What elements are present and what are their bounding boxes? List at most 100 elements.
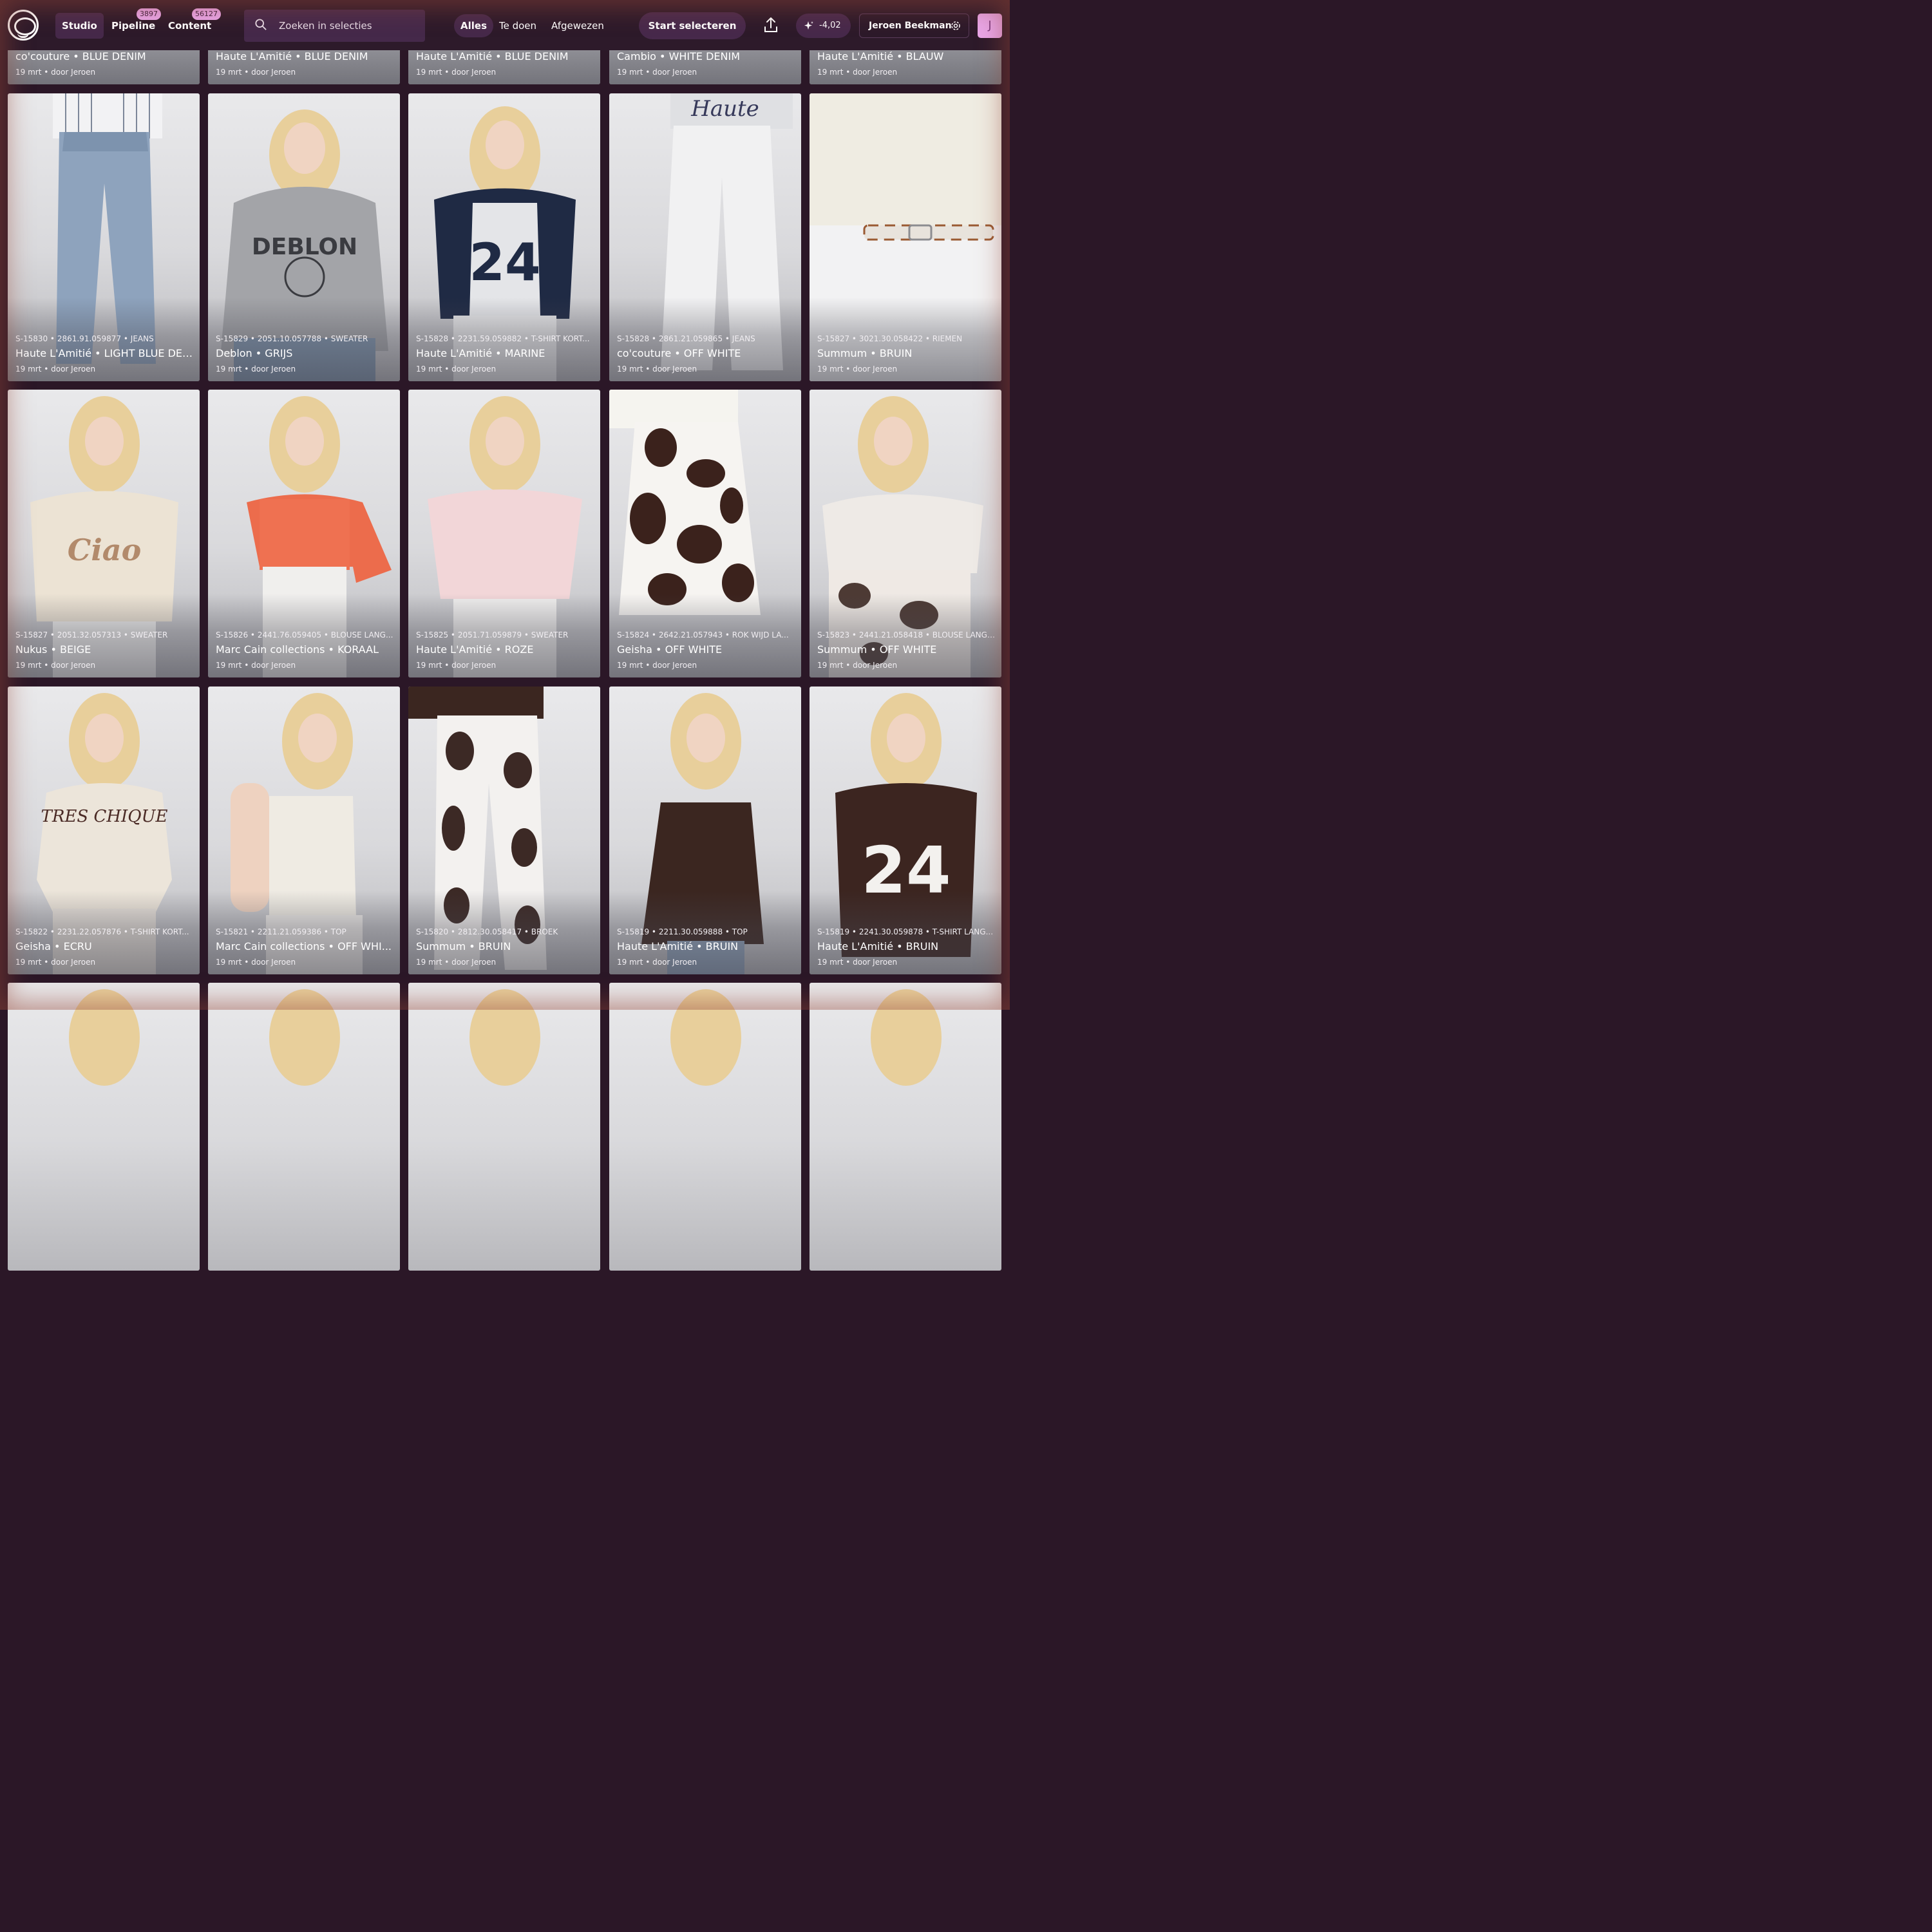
card-subtitle: 19 mrt • door Jeroen: [817, 365, 898, 374]
card-subtitle: 19 mrt • door Jeroen: [216, 661, 296, 670]
search-icon: [255, 19, 267, 30]
card-subtitle: 19 mrt • door Jeroen: [416, 68, 497, 77]
upload-icon: [764, 17, 777, 32]
card-title: Geisha • ECRU: [15, 940, 92, 952]
card-meta: S-15821 • 2211.21.059386 • TOP: [216, 927, 346, 936]
filter-all[interactable]: Alles: [454, 14, 493, 37]
card-title: Cambio • WHITE DENIM: [617, 50, 741, 62]
card-subtitle: 19 mrt • door Jeroen: [617, 365, 697, 374]
card-title: Haute L'Amitié • MARINE: [416, 347, 545, 359]
product-card[interactable]: [609, 983, 801, 1271]
user-name: Jeroen Beekman: [869, 21, 952, 31]
product-card[interactable]: [8, 983, 200, 1271]
top-bar: Studio Pipeline 3897 Content 56127 Alles…: [0, 0, 1010, 50]
card-subtitle: 19 mrt • door Jeroen: [15, 661, 96, 670]
credits-value: -4,02: [819, 21, 841, 30]
tab-label: Studio: [62, 20, 97, 32]
card-subtitle: 19 mrt • door Jeroen: [416, 958, 497, 967]
filter-rejected[interactable]: Afgewezen: [545, 14, 611, 37]
search-box: [244, 10, 425, 42]
card-title: Haute L'Amitié • LIGHT BLUE DEN...: [15, 347, 193, 359]
app-logo[interactable]: [8, 10, 39, 41]
count-badge: 3897: [137, 8, 161, 20]
card-subtitle: 19 mrt • door Jeroen: [617, 958, 697, 967]
selection-grid: co'couture • BLUE DENIM 19 mrt • door Je…: [0, 0, 1010, 1271]
tab-label: Content: [168, 20, 212, 32]
card-meta: S-15828 • 2231.59.059882 • T-SHIRT KORT.…: [416, 334, 590, 343]
product-card[interactable]: 24 S-15819 • 2241.30.059878 • T-SHIRT LA…: [810, 687, 1001, 974]
card-title: co'couture • BLUE DENIM: [15, 50, 146, 62]
product-card[interactable]: S-15827 • 3021.30.058422 • RIEMEN Summum…: [810, 93, 1001, 381]
card-title: Haute L'Amitié • BLUE DENIM: [216, 50, 368, 62]
card-meta: S-15820 • 2812.30.058417 • BROEK: [416, 927, 558, 936]
card-title: Deblon • GRIJS: [216, 347, 293, 359]
product-card[interactable]: S-15830 • 2861.91.059877 • JEANS Haute L…: [8, 93, 200, 381]
product-photo: [469, 989, 540, 1086]
product-card[interactable]: Ciao S-15827 • 2051.32.057313 • SWEATER …: [8, 390, 200, 677]
card-meta: S-15830 • 2861.91.059877 • JEANS: [15, 334, 154, 343]
svg-text:Ciao: Ciao: [68, 533, 142, 567]
tab-label: Pipeline: [111, 20, 156, 32]
filter-todo[interactable]: Te doen: [493, 14, 543, 37]
upload-button[interactable]: [760, 14, 782, 36]
card-subtitle: 19 mrt • door Jeroen: [617, 68, 697, 77]
product-card[interactable]: S-15819 • 2211.30.059888 • TOP Haute L'A…: [609, 687, 801, 974]
credits-badge[interactable]: -4,02: [796, 14, 851, 38]
product-card[interactable]: TRES CHIQUE S-15822 • 2231.22.057876 • T…: [8, 687, 200, 974]
card-subtitle: 19 mrt • door Jeroen: [216, 958, 296, 967]
card-title: Nukus • BEIGE: [15, 643, 91, 656]
card-subtitle: 19 mrt • door Jeroen: [416, 365, 497, 374]
card-title: Summum • OFF WHITE: [817, 643, 937, 656]
user-menu-button[interactable]: Jeroen Beekman: [859, 14, 969, 38]
svg-text:DEBLON: DEBLON: [252, 234, 357, 260]
card-meta: S-15829 • 2051.10.057788 • SWEATER: [216, 334, 368, 343]
product-photo: [670, 989, 741, 1086]
product-card[interactable]: S-15820 • 2812.30.058417 • BROEK Summum …: [408, 687, 600, 974]
svg-text:Haute: Haute: [690, 96, 759, 122]
product-card[interactable]: [408, 983, 600, 1271]
product-photo: [269, 989, 340, 1086]
product-photo: [69, 989, 140, 1086]
card-meta: S-15826 • 2441.76.059405 • BLOUSE LANG..…: [216, 630, 393, 639]
avatar[interactable]: J: [978, 14, 1002, 38]
card-meta: S-15823 • 2441.21.058418 • BLOUSE LANGE.…: [817, 630, 995, 639]
product-card[interactable]: [208, 983, 400, 1271]
card-subtitle: 19 mrt • door Jeroen: [216, 365, 296, 374]
card-subtitle: 19 mrt • door Jeroen: [817, 958, 898, 967]
card-meta: S-15825 • 2051.71.059879 • SWEATER: [416, 630, 569, 639]
card-meta: S-15824 • 2642.21.057943 • ROK WIJD LA..…: [617, 630, 789, 639]
tab-studio[interactable]: Studio: [55, 13, 104, 39]
card-meta: S-15827 • 3021.30.058422 • RIEMEN: [817, 334, 963, 343]
card-meta: S-15822 • 2231.22.057876 • T-SHIRT KORT.…: [15, 927, 189, 936]
card-title: Marc Cain collections • OFF WHI...: [216, 940, 392, 952]
product-card[interactable]: DEBLON S-15829 • 2051.10.057788 • SWEATE…: [208, 93, 400, 381]
count-badge: 56127: [192, 8, 221, 20]
product-card[interactable]: Haute S-15828 • 2861.21.059865 • JEANS c…: [609, 93, 801, 381]
product-card[interactable]: [810, 983, 1001, 1271]
product-card[interactable]: S-15826 • 2441.76.059405 • BLOUSE LANG..…: [208, 390, 400, 677]
sparkle-icon: [804, 21, 813, 30]
product-card[interactable]: S-15825 • 2051.71.059879 • SWEATER Haute…: [408, 390, 600, 677]
tab-pipeline[interactable]: Pipeline 3897: [105, 8, 162, 39]
card-title: Haute L'Amitié • BRUIN: [617, 940, 739, 952]
card-title: Summum • BRUIN: [416, 940, 511, 952]
card-title: Haute L'Amitié • BLAUW: [817, 50, 944, 62]
card-subtitle: 19 mrt • door Jeroen: [416, 661, 497, 670]
card-meta: S-15827 • 2051.32.057313 • SWEATER: [15, 630, 168, 639]
card-subtitle: 19 mrt • door Jeroen: [817, 661, 898, 670]
product-card[interactable]: 24 S-15828 • 2231.59.059882 • T-SHIRT KO…: [408, 93, 600, 381]
card-title: Haute L'Amitié • ROZE: [416, 643, 534, 656]
card-title: Summum • BRUIN: [817, 347, 913, 359]
tab-content[interactable]: Content 56127: [162, 8, 221, 39]
product-card[interactable]: S-15823 • 2441.21.058418 • BLOUSE LANGE.…: [810, 390, 1001, 677]
gear-icon: [951, 21, 960, 30]
product-card[interactable]: S-15824 • 2642.21.057943 • ROK WIJD LA..…: [609, 390, 801, 677]
card-title: Haute L'Amitié • BRUIN: [817, 940, 939, 952]
svg-text:TRES CHIQUE: TRES CHIQUE: [41, 807, 167, 826]
search-input[interactable]: [279, 10, 417, 42]
card-title: Haute L'Amitié • BLUE DENIM: [416, 50, 569, 62]
start-selecting-button[interactable]: Start selecteren: [639, 12, 746, 39]
card-subtitle: 19 mrt • door Jeroen: [15, 958, 96, 967]
card-meta: S-15819 • 2211.30.059888 • TOP: [617, 927, 748, 936]
product-card[interactable]: S-15821 • 2211.21.059386 • TOP Marc Cain…: [208, 687, 400, 974]
